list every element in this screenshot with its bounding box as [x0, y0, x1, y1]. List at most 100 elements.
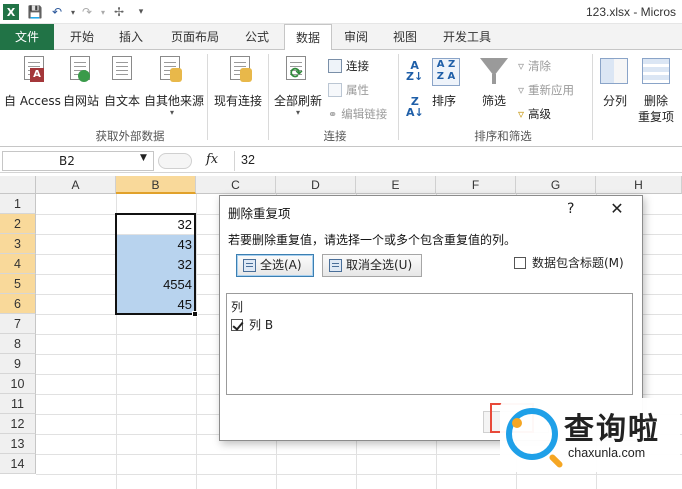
dialog-title: 删除重复项 — [228, 206, 291, 221]
row-header[interactable]: 2 — [0, 214, 36, 234]
unselect-all-label: 取消全选(U) — [346, 258, 413, 272]
fill-handle[interactable] — [192, 311, 198, 317]
from-access-button[interactable]: 自 Access — [4, 92, 61, 109]
row-header[interactable]: 5 — [0, 274, 36, 294]
column-list-header: 列 — [231, 300, 244, 314]
row-header[interactable]: 6 — [0, 294, 36, 314]
properties-button[interactable]: 属性 — [328, 82, 369, 98]
connections-icon — [328, 59, 342, 73]
column-header-f[interactable]: F — [436, 176, 516, 194]
row-header[interactable]: 14 — [0, 454, 36, 474]
connections-label: 连接 — [346, 59, 369, 73]
tab-data[interactable]: 数据 — [284, 24, 332, 51]
sort-button[interactable]: 排序 — [432, 92, 456, 109]
text-to-columns-button[interactable]: 分列 — [603, 92, 627, 109]
watermark: 查询啦 chaxunla.com — [500, 398, 680, 472]
formula-input[interactable]: 32 — [234, 151, 680, 171]
insert-function-icon[interactable]: fx — [206, 152, 218, 167]
tab-formulas[interactable]: 公式 — [234, 24, 280, 50]
row-header[interactable]: 1 — [0, 194, 36, 214]
header-checkbox[interactable]: 数据包含标题(M) — [514, 254, 624, 271]
save-icon[interactable]: 💾 — [26, 3, 44, 21]
column-header-a[interactable]: A — [36, 176, 116, 194]
reapply-button[interactable]: ▿ 重新应用 — [518, 82, 574, 98]
column-list[interactable]: 列 列 B — [226, 293, 633, 395]
existing-connections-button[interactable]: 现有连接 — [214, 92, 262, 109]
column-header-g[interactable]: G — [516, 176, 596, 194]
tab-view[interactable]: 视图 — [382, 24, 428, 50]
tab-page-layout[interactable]: 页面布局 — [160, 24, 230, 50]
tab-insert[interactable]: 插入 — [108, 24, 154, 50]
watermark-text: 查询啦 — [564, 412, 660, 447]
tab-developer[interactable]: 开发工具 — [432, 24, 502, 50]
clear-button[interactable]: ▿ 清除 — [518, 58, 551, 74]
sort-descending-icon[interactable]: Z A↓ — [406, 96, 424, 118]
row-header[interactable]: 3 — [0, 234, 36, 254]
clear-label: 清除 — [528, 59, 552, 73]
tab-file[interactable]: 文件 — [0, 24, 54, 50]
help-icon[interactable]: ? — [567, 201, 574, 217]
close-icon[interactable]: ✕ — [606, 198, 628, 220]
column-header-e[interactable]: E — [356, 176, 436, 194]
text-to-columns-icon — [600, 58, 628, 84]
group-separator — [207, 54, 208, 140]
select-all-button[interactable]: 全选(A) — [236, 254, 314, 277]
sort-ascending-icon[interactable]: A Z↓ — [406, 60, 423, 82]
column-header-h[interactable]: H — [596, 176, 682, 194]
reapply-icon: ▿ — [518, 83, 525, 97]
ribbon-tabs: 文件 开始 插入 页面布局 公式 数据 审阅 视图 开发工具 — [0, 24, 682, 51]
refresh-dropdown-icon[interactable]: ▾ — [296, 108, 300, 117]
name-box-dropdown-icon[interactable]: ▼ — [140, 153, 147, 163]
customize-icon[interactable]: ▾ — [132, 3, 150, 21]
tab-review[interactable]: 审阅 — [334, 24, 378, 50]
from-other-sources-button[interactable]: 自其他来源 — [144, 92, 204, 109]
from-text-button[interactable]: 自文本 — [104, 92, 140, 109]
row-header[interactable]: 11 — [0, 394, 36, 414]
group-label-connections: 连接 — [323, 129, 347, 143]
connections-button[interactable]: 连接 — [328, 58, 369, 74]
remove-duplicates-label-2[interactable]: 重复项 — [638, 108, 674, 125]
select-all-icon — [243, 259, 256, 272]
edit-links-button[interactable]: ⚭ 编辑链接 — [328, 106, 387, 122]
formula-bar: B2 ▼ fx 32 — [0, 149, 682, 173]
tab-home[interactable]: 开始 — [58, 24, 106, 50]
from-web-button[interactable]: 自网站 — [63, 92, 99, 109]
column-item[interactable]: 列 B — [231, 316, 273, 333]
header-checkbox-label: 数据包含标题(M) — [532, 256, 624, 270]
filter-button[interactable]: 筛选 — [482, 92, 506, 109]
column-header-c[interactable]: C — [196, 176, 276, 194]
gridline — [196, 194, 197, 489]
other-sources-dropdown-icon[interactable]: ▾ — [170, 108, 174, 117]
globe-icon — [78, 70, 90, 82]
row-header[interactable]: 9 — [0, 354, 36, 374]
refresh-all-button[interactable]: 全部刷新 — [274, 92, 322, 109]
select-all-corner[interactable] — [0, 176, 36, 194]
advanced-filter-icon: ▿ — [518, 107, 525, 121]
column-b-checkbox[interactable] — [231, 318, 243, 331]
database-icon — [170, 68, 182, 82]
database-icon — [240, 68, 252, 82]
row-header[interactable]: 13 — [0, 434, 36, 454]
sort-icon[interactable]: ✢ — [110, 3, 128, 21]
group-label-get-external: 获取外部数据 — [95, 129, 165, 143]
remove-duplicates-button[interactable]: 删除 — [644, 92, 668, 109]
select-all-label: 全选(A) — [260, 258, 302, 272]
unselect-all-icon — [329, 259, 342, 272]
name-box[interactable]: B2 — [2, 151, 154, 171]
advanced-button[interactable]: ▿ 高级 — [518, 106, 551, 122]
column-header-d[interactable]: D — [276, 176, 356, 194]
row-header[interactable]: 8 — [0, 334, 36, 354]
selection-border — [115, 213, 196, 315]
formula-bar-handle[interactable] — [158, 153, 192, 169]
refresh-arrow-icon: ⟳ — [290, 64, 303, 82]
properties-icon — [328, 83, 342, 97]
row-header[interactable]: 7 — [0, 314, 36, 334]
ribbon: A 自 Access 自网站 自文本 自其他来源 ▾ 现有连接 获取外部数据 ⟳… — [0, 50, 682, 147]
header-checkbox-box[interactable] — [514, 256, 526, 269]
row-header[interactable]: 4 — [0, 254, 36, 274]
column-header-b[interactable]: B — [116, 176, 196, 194]
unselect-all-button[interactable]: 取消全选(U) — [322, 254, 422, 277]
row-header[interactable]: 10 — [0, 374, 36, 394]
row-header[interactable]: 12 — [0, 414, 36, 434]
group-separator — [268, 54, 269, 140]
